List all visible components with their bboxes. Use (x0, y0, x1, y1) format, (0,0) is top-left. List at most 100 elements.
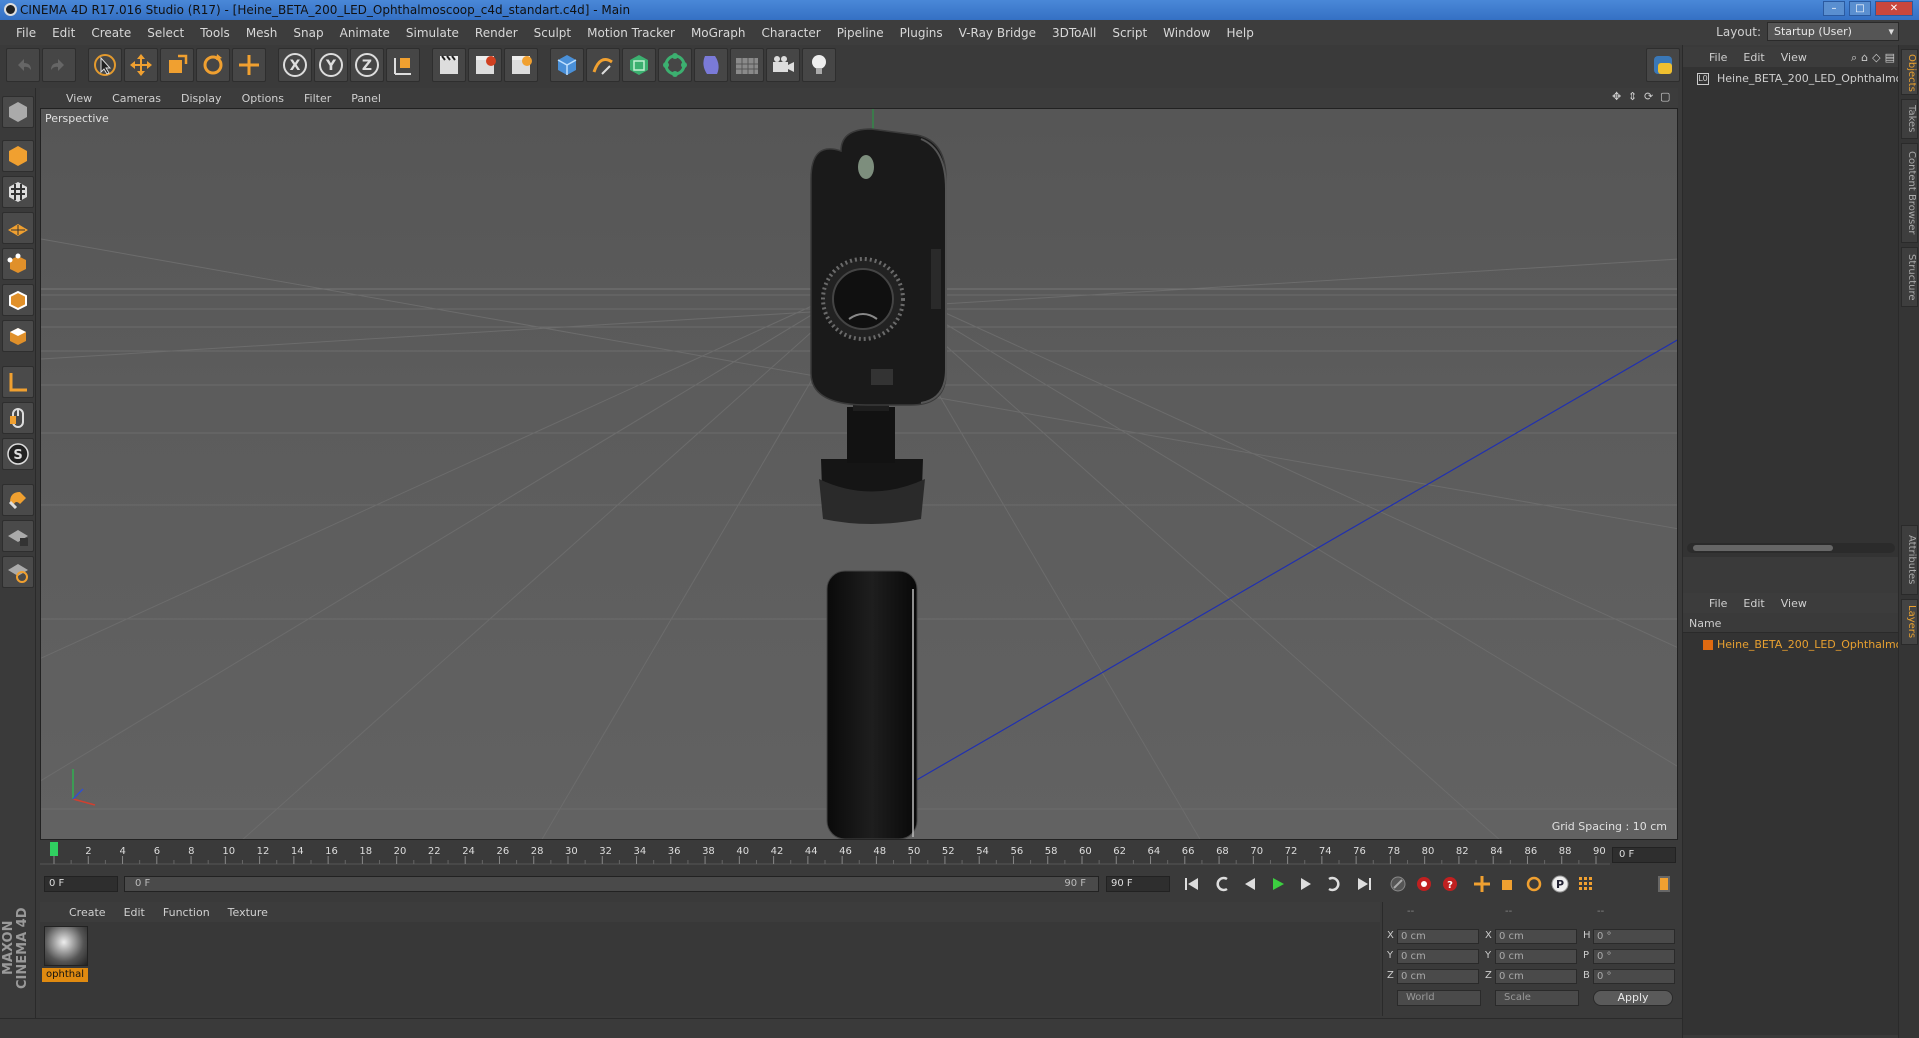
close-button[interactable]: ✕ (1875, 1, 1913, 16)
panel-menu-icon[interactable]: ▤ (1885, 51, 1895, 65)
current-frame-field[interactable]: 0 F (1612, 847, 1676, 863)
menu-3dtoall[interactable]: 3DToAll (1044, 26, 1104, 40)
viewport-menu-panel[interactable]: Panel (341, 92, 391, 105)
move-icon[interactable] (124, 48, 158, 82)
viewport-zoom-icon[interactable]: ⇕ (1628, 91, 1640, 103)
coordinate-system-icon[interactable] (386, 48, 420, 82)
tab-objects[interactable]: Objects (1901, 49, 1918, 95)
workplane-icon[interactable] (2, 212, 34, 244)
tweak-icon[interactable] (2, 402, 34, 434)
rotation-h-field[interactable]: 0 ° (1593, 929, 1675, 944)
live-selection-icon[interactable] (88, 48, 122, 82)
material-name[interactable]: ophthal (42, 968, 88, 982)
z-axis-icon[interactable]: Z (350, 48, 384, 82)
menu-pipeline[interactable]: Pipeline (829, 26, 892, 40)
minimize-button[interactable]: – (1823, 1, 1845, 16)
python-icon[interactable] (1646, 48, 1680, 82)
objects-menu-view[interactable]: View (1773, 51, 1815, 64)
material-menu-function[interactable]: Function (154, 906, 219, 919)
material-menu-create[interactable]: Create (60, 906, 115, 919)
previous-key-icon[interactable] (1210, 873, 1234, 895)
record-off-icon[interactable] (1386, 873, 1410, 895)
array-icon[interactable] (658, 48, 692, 82)
cube-icon[interactable] (550, 48, 584, 82)
apply-button[interactable]: Apply (1593, 990, 1673, 1006)
menu-sculpt[interactable]: Sculpt (526, 26, 579, 40)
key-position-icon[interactable] (1470, 873, 1494, 895)
frame-range-slider[interactable]: 0 F 90 F (124, 876, 1099, 892)
viewport-menu-options[interactable]: Options (232, 92, 294, 105)
end-frame-field[interactable]: 90 F (1106, 876, 1170, 892)
position-x-field[interactable]: 0 cm (1397, 929, 1479, 944)
viewport-menu-filter[interactable]: Filter (294, 92, 341, 105)
menu-script[interactable]: Script (1104, 26, 1155, 40)
timeline-ruler[interactable]: 0246810121416182022242628303234363840424… (40, 842, 1678, 866)
menu-tools[interactable]: Tools (192, 26, 238, 40)
objects-scrollbar[interactable] (1687, 543, 1895, 553)
snap-icon[interactable] (2, 484, 34, 516)
material-menu-edit[interactable]: Edit (115, 906, 154, 919)
polygons-mode-icon[interactable] (2, 320, 34, 352)
layers-menu-edit[interactable]: Edit (1735, 597, 1772, 610)
perspective-viewport[interactable]: Perspective Grid Spacing : 10 cm (40, 108, 1678, 840)
redo-icon[interactable] (42, 48, 76, 82)
coordinate-mode-dropdown[interactable]: Scale (1495, 990, 1579, 1006)
keyframe-selection-icon[interactable]: ? (1438, 873, 1462, 895)
viewport-maximize-icon[interactable]: ▢ (1660, 91, 1672, 103)
step-back-icon[interactable] (1238, 873, 1262, 895)
menu-create[interactable]: Create (83, 26, 139, 40)
menu-window[interactable]: Window (1155, 26, 1218, 40)
menu-motion-tracker[interactable]: Motion Tracker (579, 26, 683, 40)
size-x-field[interactable]: 0 cm (1495, 929, 1577, 944)
rotation-p-field[interactable]: 0 ° (1593, 949, 1675, 964)
axis-icon[interactable] (2, 366, 34, 398)
menu-character[interactable]: Character (753, 26, 828, 40)
tab-layers[interactable]: Layers (1901, 599, 1918, 645)
make-editable-icon[interactable] (2, 96, 34, 128)
render-picture-viewer-icon[interactable] (468, 48, 502, 82)
key-rotation-icon[interactable] (1522, 873, 1546, 895)
camera-icon[interactable] (766, 48, 800, 82)
new-view-icon[interactable]: ◇ (1872, 51, 1880, 65)
go-to-start-icon[interactable] (1180, 873, 1204, 895)
layers-menu-view[interactable]: View (1773, 597, 1815, 610)
start-frame-field[interactable]: 0 F (44, 876, 118, 892)
step-forward-icon[interactable] (1294, 873, 1318, 895)
edit-render-settings-icon[interactable] (504, 48, 538, 82)
snap-settings-icon[interactable] (2, 556, 34, 588)
search-icon[interactable]: ⌕ (1851, 51, 1857, 65)
menu-animate[interactable]: Animate (332, 26, 398, 40)
subdivision-icon[interactable] (622, 48, 656, 82)
key-parameter-icon[interactable]: P (1548, 873, 1572, 895)
tab-takes[interactable]: Takes (1901, 99, 1918, 139)
play-icon[interactable] (1266, 873, 1290, 895)
edges-mode-icon[interactable] (2, 284, 34, 316)
viewport-rotate-icon[interactable]: ⟳ (1644, 91, 1656, 103)
pen-spline-icon[interactable] (586, 48, 620, 82)
viewport-menu-display[interactable]: Display (171, 92, 232, 105)
position-y-field[interactable]: 0 cm (1397, 949, 1479, 964)
timeline-icon[interactable] (1652, 873, 1676, 895)
coordinate-space-dropdown[interactable]: World (1397, 990, 1481, 1006)
recent-tool-icon[interactable] (232, 48, 266, 82)
points-mode-icon[interactable] (2, 248, 34, 280)
objects-menu-file[interactable]: File (1701, 51, 1735, 64)
autokey-icon[interactable] (1412, 873, 1436, 895)
deformer-icon[interactable] (694, 48, 728, 82)
menu-vray-bridge[interactable]: V-Ray Bridge (951, 26, 1044, 40)
rotate-icon[interactable] (196, 48, 230, 82)
light-icon[interactable] (802, 48, 836, 82)
menu-file[interactable]: File (8, 26, 44, 40)
object-row[interactable]: L0 Heine_BETA_200_LED_Ophthalmos (1683, 71, 1899, 87)
floor-icon[interactable] (730, 48, 764, 82)
size-z-field[interactable]: 0 cm (1495, 969, 1577, 984)
menu-select[interactable]: Select (139, 26, 192, 40)
go-to-end-icon[interactable] (1352, 873, 1376, 895)
undo-icon[interactable] (6, 48, 40, 82)
tab-content-browser[interactable]: Content Browser (1901, 143, 1918, 243)
menu-help[interactable]: Help (1218, 26, 1261, 40)
material-menu-texture[interactable]: Texture (219, 906, 277, 919)
model-mode-icon[interactable] (2, 140, 34, 172)
viewport-menu-cameras[interactable]: Cameras (102, 92, 171, 105)
solo-icon[interactable]: S (2, 438, 34, 470)
